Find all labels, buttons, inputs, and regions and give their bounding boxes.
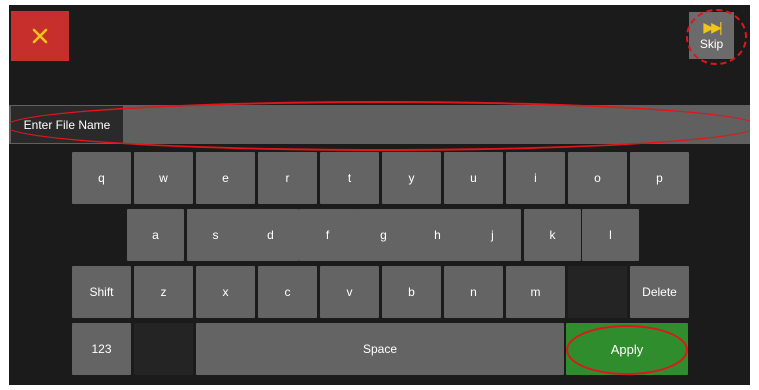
key-d[interactable]: d [242,209,299,261]
key-u[interactable]: u [444,152,503,204]
key-z[interactable]: z [134,266,193,318]
skip-label: Skip [699,37,724,51]
key-k[interactable]: k [524,209,581,261]
key-v[interactable]: v [320,266,379,318]
key-o[interactable]: o [568,152,627,204]
shift-key[interactable]: Shift [72,266,131,318]
numbers-key[interactable]: 123 [72,323,131,375]
key-c[interactable]: c [258,266,317,318]
key-f[interactable]: f [299,209,356,261]
file-name-input[interactable] [125,106,745,143]
key-s[interactable]: s [187,209,244,261]
key-r[interactable]: r [258,152,317,204]
key-q[interactable]: q [72,152,131,204]
close-button[interactable] [11,11,69,61]
delete-key[interactable]: Delete [630,266,689,318]
key-m[interactable]: m [506,266,565,318]
file-name-label: Enter File Name [11,106,123,143]
key-h[interactable]: h [409,209,466,261]
keyboard-screen: ▶▶| Skip Enter File Name q w e r t y u i… [9,5,750,385]
key-p[interactable]: p [630,152,689,204]
file-name-row: Enter File Name [9,105,750,144]
key-y[interactable]: y [382,152,441,204]
key-j[interactable]: j [464,209,521,261]
key-l[interactable]: l [582,209,639,261]
apply-button[interactable]: Apply [566,323,688,375]
key-b[interactable]: b [382,266,441,318]
space-key[interactable]: Space [196,323,564,375]
key-x[interactable]: x [196,266,255,318]
skip-button[interactable]: ▶▶| Skip [689,12,734,59]
key-w[interactable]: w [134,152,193,204]
key-t[interactable]: t [320,152,379,204]
key-e[interactable]: e [196,152,255,204]
blank-key [568,266,627,318]
close-icon [32,28,48,44]
key-a[interactable]: a [127,209,184,261]
key-n[interactable]: n [444,266,503,318]
key-g[interactable]: g [355,209,412,261]
blank-key-bottom [134,323,193,375]
fast-forward-icon: ▶▶| [703,19,722,35]
key-i[interactable]: i [506,152,565,204]
